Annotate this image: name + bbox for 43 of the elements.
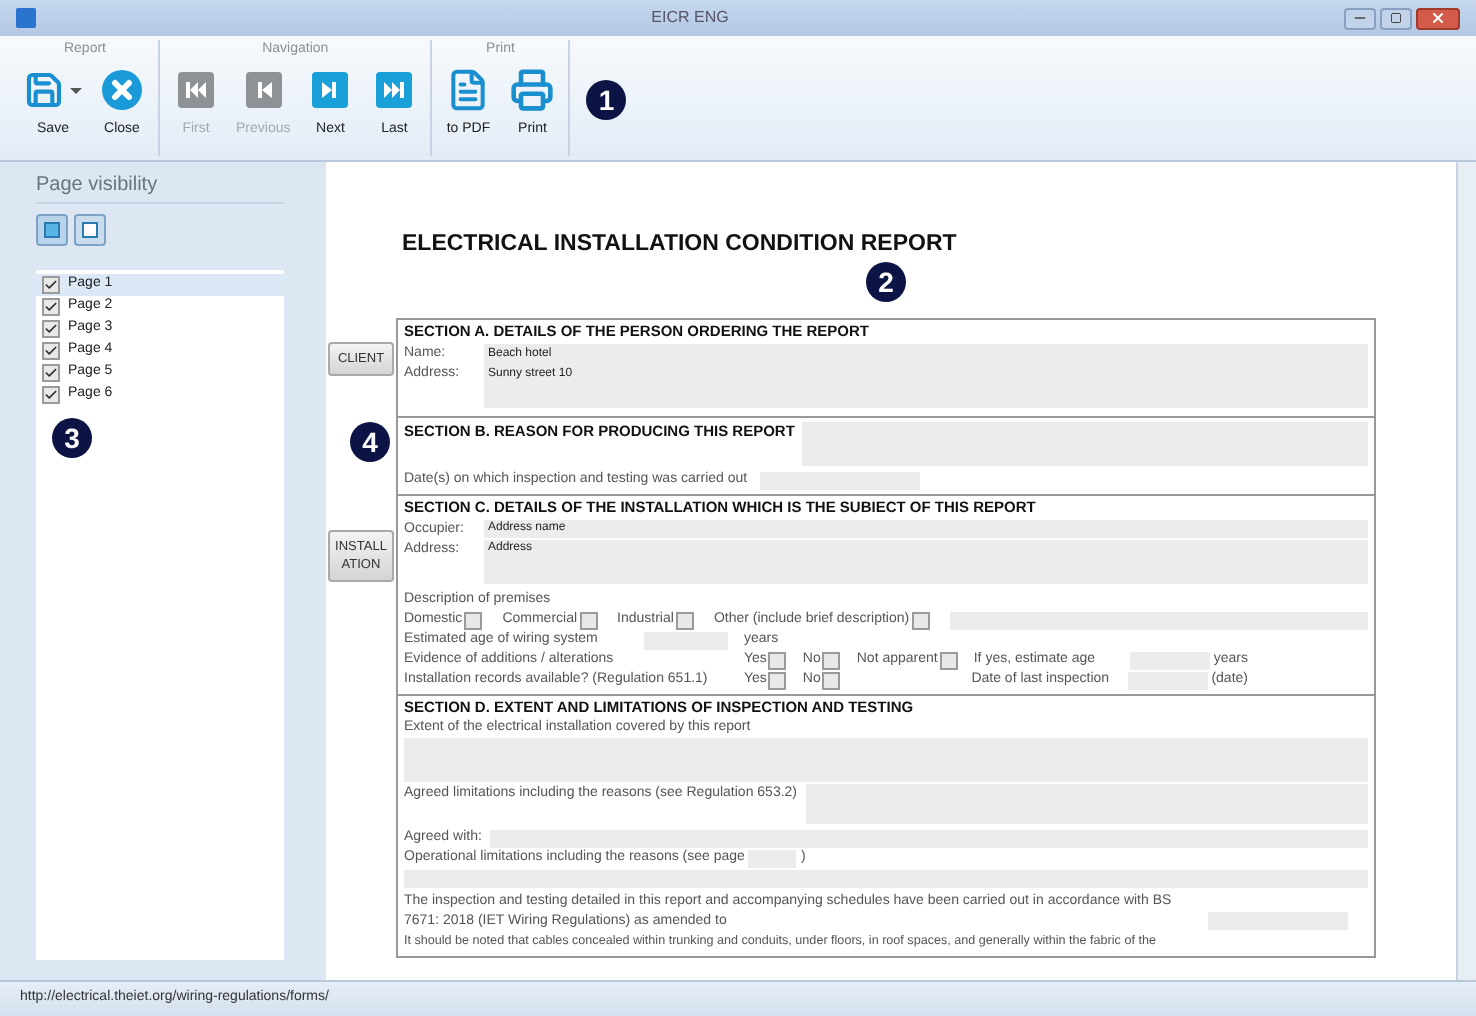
report-title: ELECTRICAL INSTALLATION CONDITION REPORT <box>402 230 957 258</box>
checkbox[interactable] <box>822 671 841 689</box>
minimize-button[interactable] <box>1344 7 1376 29</box>
maximize-icon <box>1390 12 1402 24</box>
maximize-button[interactable] <box>1380 7 1412 29</box>
skip-forward-icon <box>312 72 349 108</box>
checkbox[interactable] <box>42 298 60 316</box>
checkbox[interactable] <box>768 671 787 689</box>
app-icon <box>16 8 36 28</box>
panel-title: Page visibility <box>36 174 284 204</box>
uncheck-all-button[interactable] <box>74 214 106 246</box>
close-icon <box>1430 10 1446 26</box>
checkbox[interactable] <box>42 386 60 404</box>
checkbox[interactable] <box>42 276 60 294</box>
checkbox[interactable] <box>42 342 60 360</box>
checkbox[interactable] <box>464 611 483 629</box>
skip-first-icon <box>178 72 214 108</box>
pdf-file-icon <box>446 68 491 112</box>
checkbox[interactable] <box>822 651 841 669</box>
skip-last-icon <box>376 72 413 108</box>
check-all-button[interactable] <box>36 214 68 246</box>
callout-number: 3 <box>52 418 92 458</box>
checkbox[interactable] <box>911 611 930 629</box>
dropdown-caret-icon <box>70 87 82 93</box>
checkbox[interactable] <box>675 611 694 629</box>
callout-number: 1 <box>586 80 627 120</box>
skip-back-icon <box>245 72 282 108</box>
callout-number: 2 <box>866 262 906 302</box>
checkbox-icon <box>44 222 60 238</box>
print-icon <box>510 68 555 112</box>
scrollbar[interactable] <box>1456 162 1476 980</box>
checkbox[interactable] <box>939 651 958 669</box>
close-button[interactable] <box>1416 7 1460 29</box>
save-icon <box>24 70 64 110</box>
input-field[interactable] <box>644 631 728 649</box>
checkbox[interactable] <box>579 611 598 629</box>
checkbox[interactable] <box>42 320 60 338</box>
window-title: EICR ENG <box>649 6 731 30</box>
square-icon <box>82 222 98 238</box>
callout-number: 4 <box>350 422 390 462</box>
checkbox[interactable] <box>768 651 787 669</box>
checkbox[interactable] <box>42 364 60 382</box>
close-icon <box>102 70 142 110</box>
